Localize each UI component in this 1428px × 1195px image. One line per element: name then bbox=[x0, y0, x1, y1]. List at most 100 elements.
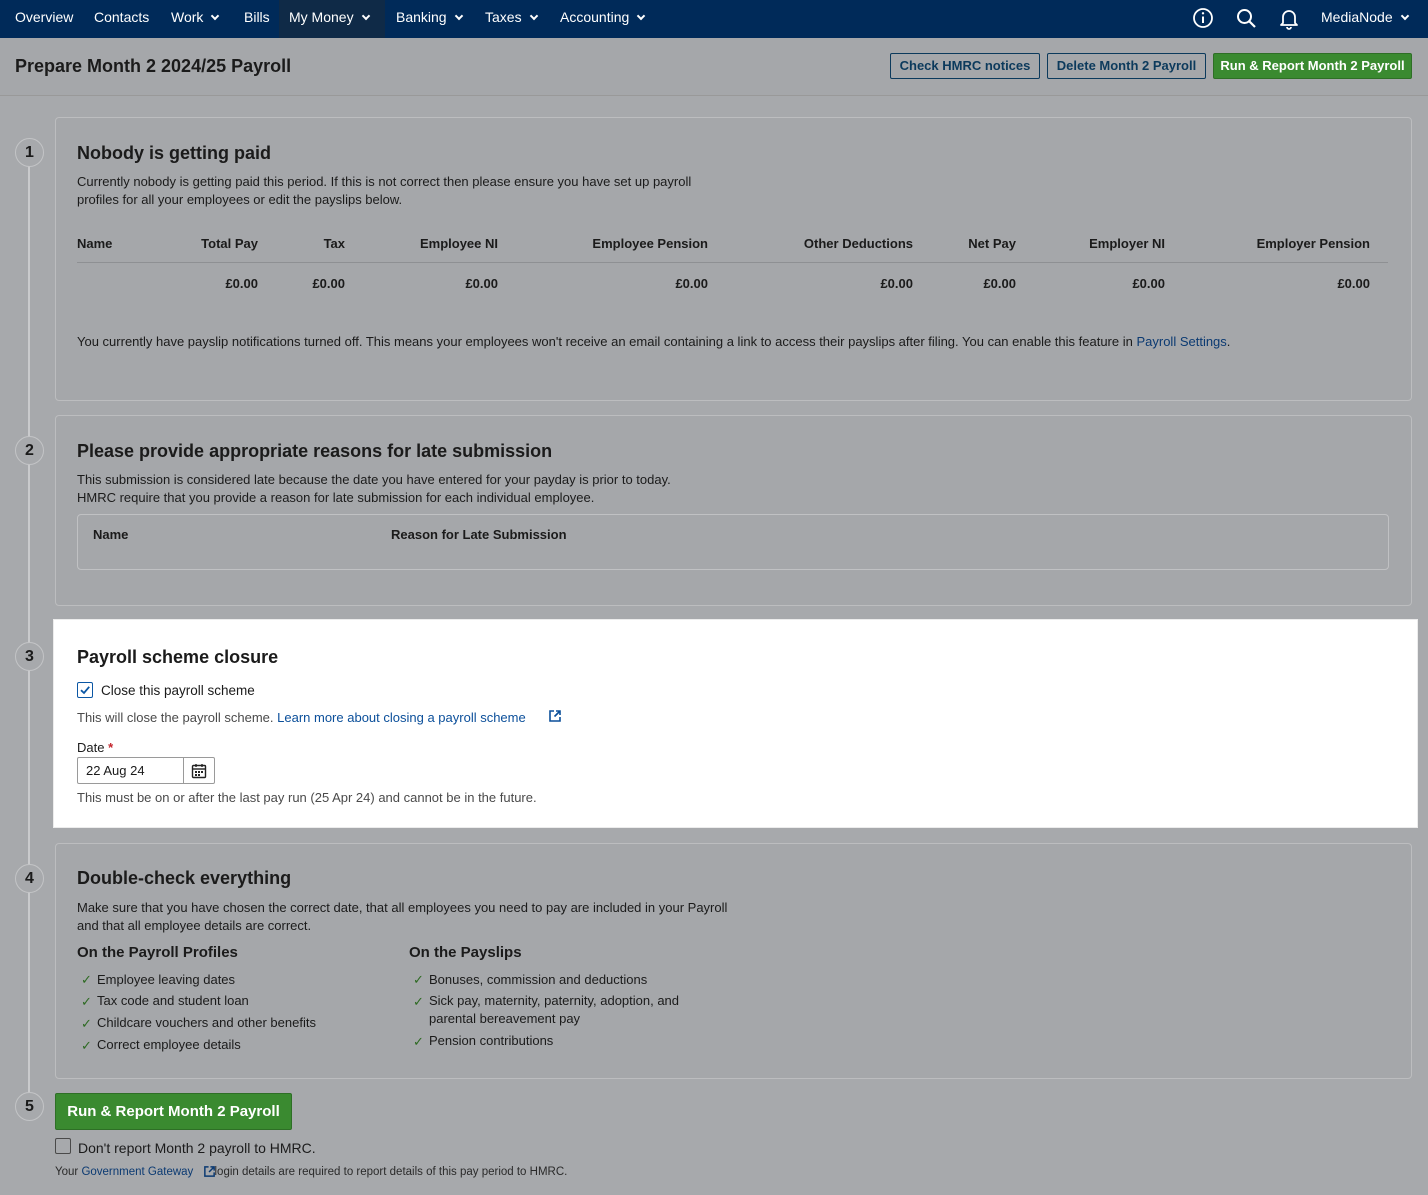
check-icon: ✓ bbox=[413, 1034, 424, 1049]
column-header-name: Name bbox=[93, 527, 129, 542]
account-menu[interactable]: MediaNode bbox=[1321, 0, 1409, 38]
closure-date-hint: This must be on or after the last pay ru… bbox=[77, 790, 537, 805]
employer-ni-value: £0.00 bbox=[1132, 276, 1165, 291]
closure-info-text: This will close the payroll scheme. bbox=[77, 710, 278, 725]
column-header-total-pay: Total Pay bbox=[201, 236, 258, 251]
calendar-icon bbox=[191, 764, 207, 779]
check-icon: ✓ bbox=[81, 994, 92, 1009]
employee-pension-value: £0.00 bbox=[675, 276, 708, 291]
nav-accounting-label: Accounting bbox=[560, 9, 630, 25]
section-4-desc-line-2: and that all employee details are correc… bbox=[77, 918, 312, 933]
column-header-employee-pension: Employee Pension bbox=[592, 236, 708, 251]
closure-date-input[interactable]: 22 Aug 24 bbox=[77, 757, 184, 784]
nav-work-label: Work bbox=[171, 9, 204, 25]
check-icon: ✓ bbox=[413, 972, 424, 987]
bell-icon[interactable] bbox=[1277, 6, 1301, 30]
chevron-down-icon bbox=[529, 11, 538, 21]
gateway-notice-post: login details are required to report det… bbox=[211, 1166, 568, 1178]
notice-end: . bbox=[1226, 334, 1231, 349]
section-2-desc-line-1: This submission is considered late becau… bbox=[77, 472, 671, 487]
gateway-notice-pre: Your bbox=[55, 1166, 82, 1178]
payslip-notification-notice: You currently have payslip notifications… bbox=[77, 334, 1230, 349]
column-header-tax: Tax bbox=[323, 236, 345, 251]
close-scheme-label[interactable]: Close this payroll scheme bbox=[101, 683, 255, 698]
date-label-text: Date bbox=[77, 740, 105, 755]
net-pay-value: £0.00 bbox=[983, 276, 1016, 291]
delete-payroll-button[interactable]: Delete Month 2 Payroll bbox=[1047, 53, 1206, 79]
section-4-desc-line-1: Make sure that you have chosen the corre… bbox=[77, 900, 728, 915]
check-hmrc-notices-button[interactable]: Check HMRC notices bbox=[890, 53, 1040, 79]
section-1-desc-line-1: Currently nobody is getting paid this pe… bbox=[77, 174, 692, 189]
external-link-icon[interactable] bbox=[203, 1165, 216, 1178]
dont-report-checkbox[interactable] bbox=[55, 1138, 71, 1154]
payroll-settings-link[interactable]: Payroll Settings bbox=[1136, 334, 1226, 349]
close-scheme-checkbox[interactable] bbox=[77, 682, 93, 698]
column-header-reason: Reason for Late Submission bbox=[391, 527, 567, 542]
column-header-employee-ni: Employee NI bbox=[419, 236, 498, 251]
table-divider bbox=[77, 262, 1388, 263]
payroll-profiles-heading: On the Payroll Profiles bbox=[77, 944, 238, 961]
section-2-title: Please provide appropriate reasons for l… bbox=[77, 441, 553, 461]
column-header-employer-ni: Employer NI bbox=[1089, 236, 1165, 251]
chevron-down-icon bbox=[211, 11, 220, 21]
employer-pension-value: £0.00 bbox=[1337, 276, 1370, 291]
chevron-down-icon bbox=[454, 11, 463, 21]
payslip-check-item: Bonuses, commission and deductions bbox=[429, 972, 648, 987]
government-gateway-link[interactable]: Government Gateway bbox=[81, 1166, 193, 1178]
total-pay-value: £0.00 bbox=[225, 276, 258, 291]
step-number-3: 3 bbox=[15, 642, 44, 671]
payslip-check-item: Sick pay, maternity, paternity, adoption… bbox=[429, 993, 680, 1008]
section-1-title: Nobody is getting paid bbox=[77, 143, 271, 163]
section-1-desc-line-2: profiles for all your employees or edit … bbox=[77, 192, 403, 207]
page-title: Prepare Month 2 2024/25 Payroll bbox=[15, 56, 292, 76]
section-4-title: Double-check everything bbox=[77, 868, 292, 888]
run-report-payroll-button-bottom[interactable]: Run & Report Month 2 Payroll bbox=[55, 1093, 292, 1130]
chevron-down-icon bbox=[361, 11, 370, 21]
external-link-icon[interactable] bbox=[548, 709, 562, 723]
account-name: MediaNode bbox=[1321, 9, 1393, 25]
check-icon: ✓ bbox=[81, 1016, 92, 1031]
nav-banking-label: Banking bbox=[396, 9, 447, 25]
chevron-down-icon bbox=[1400, 11, 1409, 21]
step-number-4: 4 bbox=[15, 864, 44, 893]
payslip-check-item: Pension contributions bbox=[429, 1033, 554, 1048]
date-picker-button[interactable] bbox=[183, 757, 215, 784]
profile-check-item: Correct employee details bbox=[97, 1037, 241, 1052]
learn-more-closing-link[interactable]: Learn more about closing a payroll schem… bbox=[277, 710, 526, 725]
notice-text: You currently have payslip notifications… bbox=[77, 334, 1137, 349]
steps-connector bbox=[28, 152, 30, 1107]
dont-report-label[interactable]: Don't report Month 2 payroll to HMRC. bbox=[78, 1140, 316, 1156]
section-2-desc-line-2: HMRC require that you provide a reason f… bbox=[77, 490, 595, 505]
step-number-5: 5 bbox=[15, 1092, 44, 1121]
step-number-2: 2 bbox=[15, 436, 44, 465]
check-icon: ✓ bbox=[81, 972, 92, 987]
nav-taxes-label: Taxes bbox=[485, 9, 522, 25]
payslip-check-item-continued: parental bereavement pay bbox=[429, 1011, 581, 1026]
nav-bills[interactable]: Bills bbox=[244, 0, 270, 38]
column-header-net-pay: Net Pay bbox=[968, 236, 1016, 251]
late-reasons-table bbox=[77, 514, 1389, 570]
run-report-payroll-button[interactable]: Run & Report Month 2 Payroll bbox=[1213, 53, 1412, 79]
column-header-name: Name bbox=[77, 236, 113, 251]
nav-overview[interactable]: Overview bbox=[15, 0, 73, 38]
nav-my-money[interactable]: My Money bbox=[279, 0, 385, 38]
info-icon[interactable] bbox=[1191, 6, 1215, 30]
check-icon: ✓ bbox=[413, 994, 424, 1009]
nav-accounting[interactable]: Accounting bbox=[560, 0, 646, 38]
profile-check-item: Childcare vouchers and other benefits bbox=[97, 1015, 316, 1030]
top-navigation: Overview Contacts Work Bills My Money Ba… bbox=[0, 0, 1428, 38]
other-deductions-value: £0.00 bbox=[880, 276, 913, 291]
chevron-down-icon bbox=[637, 11, 646, 21]
check-icon: ✓ bbox=[81, 1038, 92, 1053]
payslips-heading: On the Payslips bbox=[409, 944, 522, 961]
section-3-title: Payroll scheme closure bbox=[77, 647, 279, 667]
nav-contacts[interactable]: Contacts bbox=[94, 0, 149, 38]
search-icon[interactable] bbox=[1234, 6, 1258, 30]
nav-banking[interactable]: Banking bbox=[396, 0, 463, 38]
nav-work[interactable]: Work bbox=[171, 0, 220, 38]
column-header-other-deductions: Other Deductions bbox=[803, 236, 913, 251]
date-field-label: Date * bbox=[77, 740, 113, 755]
nav-my-money-label: My Money bbox=[289, 9, 354, 25]
nav-taxes[interactable]: Taxes bbox=[485, 0, 538, 38]
employee-ni-value: £0.00 bbox=[465, 276, 498, 291]
